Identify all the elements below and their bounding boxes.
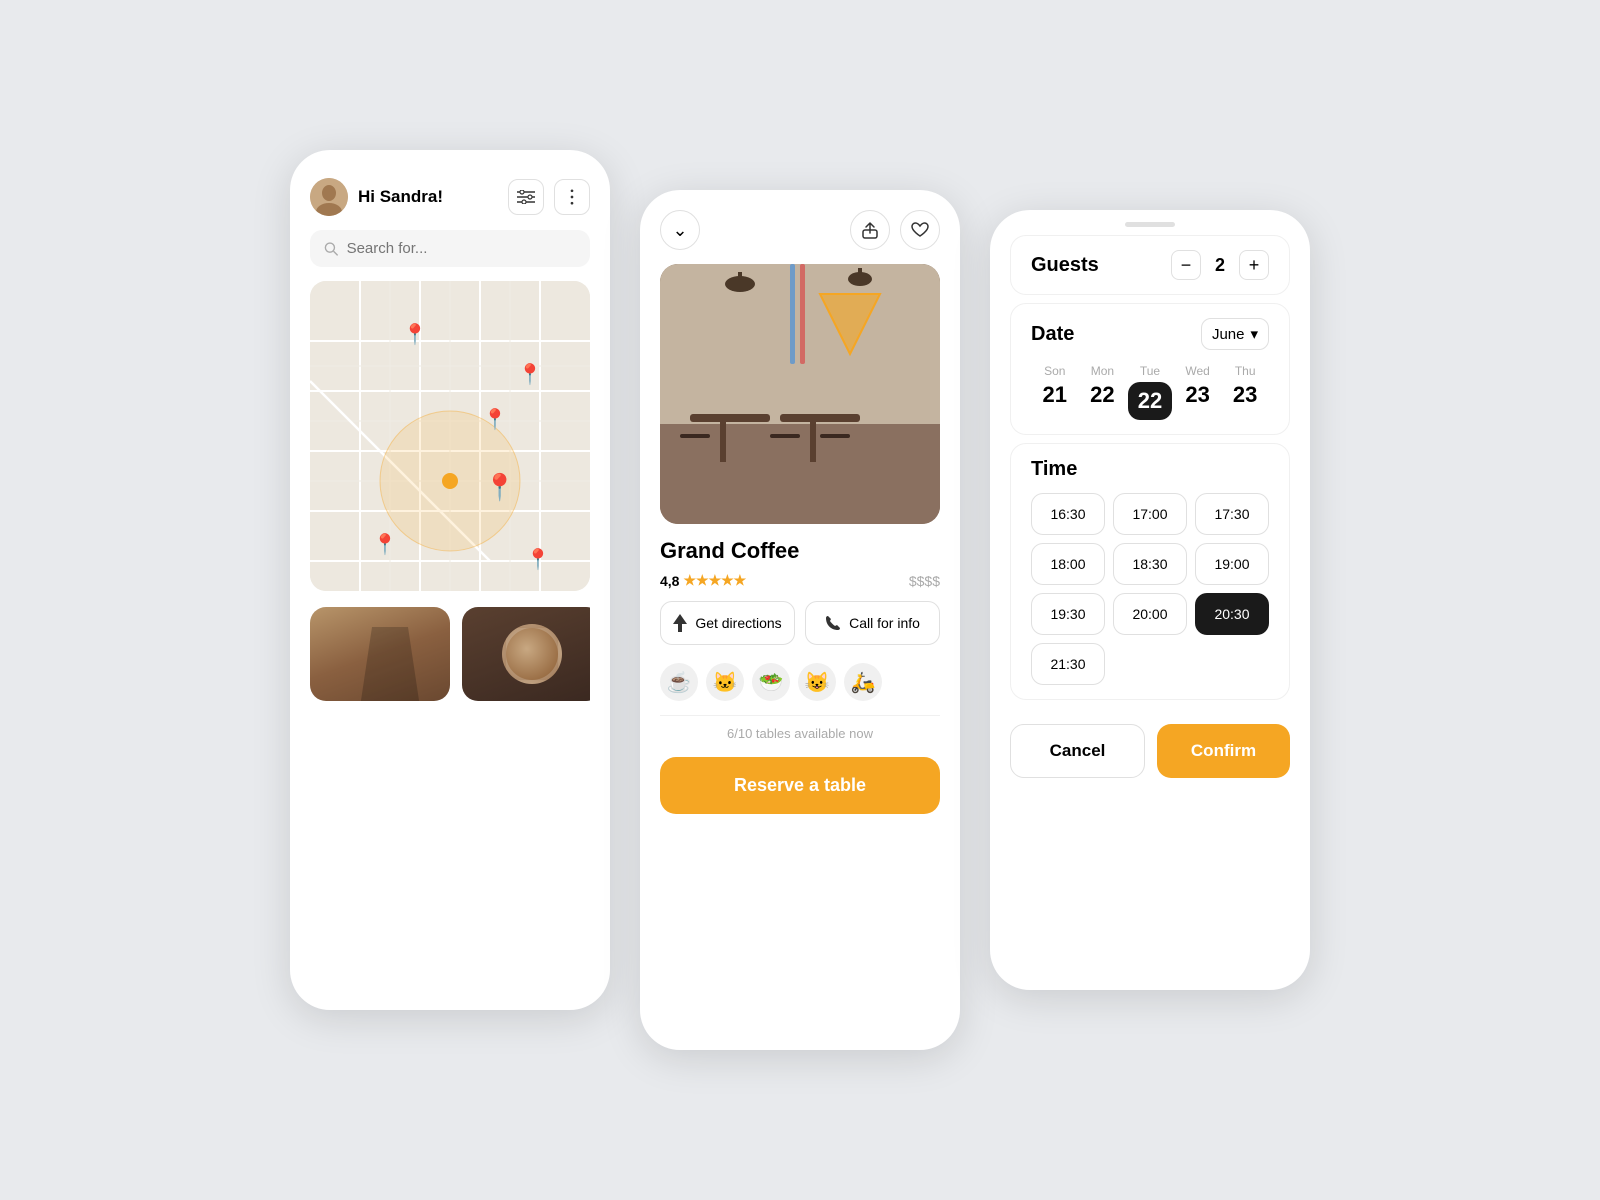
favorite-button[interactable] (900, 210, 940, 250)
s3-footer: Cancel Confirm (990, 708, 1310, 806)
phone-icon (825, 615, 841, 631)
restaurant-card-2[interactable] (462, 607, 590, 701)
chevron-down-icon: ▾ (1250, 325, 1258, 343)
share-button[interactable] (850, 210, 890, 250)
phone-screen-2: ⌄ (640, 190, 960, 1050)
date-section: Date June ▾ Son 21 Mon 22 Tue 22 (1010, 303, 1290, 435)
time-slot-2130[interactable]: 21:30 (1031, 643, 1105, 685)
avatar (310, 178, 348, 216)
guests-label: Guests (1031, 254, 1099, 277)
emoji-5: 🛵 (844, 663, 882, 701)
card-image-1 (310, 607, 450, 701)
cards-row: Grand Coffee 4,8 ★★★★★ $$$$ (310, 607, 590, 701)
time-slot-2000[interactable]: 20:00 (1113, 593, 1187, 635)
phone-notch (1125, 222, 1175, 227)
restaurant-name: Grand Coffee (640, 524, 960, 568)
more-options-button[interactable] (554, 179, 590, 215)
header-icons (508, 179, 590, 215)
get-directions-button[interactable]: Get directions (660, 601, 795, 645)
day-label-wed: Wed (1185, 364, 1209, 378)
restaurant-scene (660, 264, 940, 524)
time-slot-1630[interactable]: 16:30 (1031, 493, 1105, 535)
date-col-thu[interactable]: Thu 23 (1221, 364, 1269, 420)
day-num-thu: 23 (1233, 382, 1257, 408)
tables-info: 6/10 tables available now (640, 716, 960, 751)
time-slot-1730[interactable]: 17:30 (1195, 493, 1269, 535)
restaurant-image (660, 264, 940, 524)
time-label: Time (1031, 458, 1269, 481)
time-slot-1830[interactable]: 18:30 (1113, 543, 1187, 585)
directions-icon (673, 614, 687, 632)
search-bar[interactable] (310, 230, 590, 267)
time-slot-1700[interactable]: 17:00 (1113, 493, 1187, 535)
coffee-latte-art (502, 624, 562, 684)
time-slot-1800[interactable]: 18:00 (1031, 543, 1105, 585)
screen2-top: ⌄ (640, 190, 960, 250)
emoji-row: ☕ 🐱 🥗 😺 🛵 (640, 659, 960, 715)
restaurant-rating: 4,8 ★★★★★ (660, 572, 746, 589)
cancel-button[interactable]: Cancel (1010, 724, 1145, 778)
emoji-3: 🥗 (752, 663, 790, 701)
time-slot-1900[interactable]: 19:00 (1195, 543, 1269, 585)
call-for-info-button[interactable]: Call for info (805, 601, 940, 645)
increase-guests-button[interactable]: + (1239, 250, 1269, 280)
emoji-1: ☕ (660, 663, 698, 701)
date-row: Son 21 Mon 22 Tue 22 Wed 23 Thu 23 (1031, 364, 1269, 420)
guests-counter: − 2 + (1171, 250, 1269, 280)
day-num-wed: 23 (1185, 382, 1209, 408)
day-num-tue: 22 (1128, 382, 1172, 420)
date-col-tue[interactable]: Tue 22 (1126, 364, 1174, 420)
search-input[interactable] (347, 240, 576, 257)
emoji-4: 😺 (798, 663, 836, 701)
restaurant-price: $$$$ (909, 573, 940, 589)
time-slot-2030[interactable]: 20:30 (1195, 593, 1269, 635)
map-pin: 📍 (403, 322, 428, 346)
guests-section: Guests − 2 + (1010, 235, 1290, 295)
screen1-header: Hi Sandra! (290, 150, 610, 230)
phone-screen-3: Guests − 2 + Date June ▾ Son 21 (990, 210, 1310, 990)
map-pin: 📍 (518, 362, 543, 386)
map-pin: 📍 (526, 547, 551, 571)
map-area[interactable]: 📍 📍 📍 📍 📍 📍 (310, 281, 590, 591)
day-label-mon: Mon (1091, 364, 1114, 378)
day-label-thu: Thu (1235, 364, 1256, 378)
day-num-mon: 22 (1090, 382, 1114, 408)
date-col-mon[interactable]: Mon 22 (1079, 364, 1127, 420)
restaurant-stars: ★★★★★ (683, 572, 746, 589)
time-grid: 16:30 17:00 17:30 18:00 18:30 19:00 19:3… (1031, 493, 1269, 685)
time-section: Time 16:30 17:00 17:30 18:00 18:30 19:00… (1010, 443, 1290, 700)
day-label-sun: Son (1044, 364, 1065, 378)
emoji-2: 🐱 (706, 663, 744, 701)
bottom-cards: Grand Coffee 4,8 ★★★★★ $$$$ (290, 591, 610, 701)
month-selector[interactable]: June ▾ (1201, 318, 1269, 350)
time-slot-1930[interactable]: 19:30 (1031, 593, 1105, 635)
phone-screen-1: Hi Sandra! (290, 150, 610, 1010)
day-num-sun: 21 (1043, 382, 1067, 408)
date-col-wed[interactable]: Wed 23 (1174, 364, 1222, 420)
date-label: Date (1031, 323, 1074, 346)
selected-map-pin: 📍 (484, 472, 516, 502)
restaurant-meta: 4,8 ★★★★★ $$$$ (640, 568, 960, 601)
top-action-icons (850, 210, 940, 250)
filter-button[interactable] (508, 179, 544, 215)
search-icon (324, 241, 339, 257)
day-label-tue: Tue (1140, 364, 1160, 378)
card-image-2 (462, 607, 590, 701)
action-buttons: Get directions Call for info (640, 601, 960, 659)
reserve-table-button[interactable]: Reserve a table (660, 757, 940, 814)
guests-count: 2 (1215, 255, 1225, 276)
back-button[interactable]: ⌄ (660, 210, 700, 250)
screens-container: Hi Sandra! (290, 150, 1310, 1050)
decrease-guests-button[interactable]: − (1171, 250, 1201, 280)
date-col-sun[interactable]: Son 21 (1031, 364, 1079, 420)
date-header: Date June ▾ (1031, 318, 1269, 350)
map-pin: 📍 (373, 532, 398, 556)
confirm-button[interactable]: Confirm (1157, 724, 1290, 778)
restaurant-card-1[interactable]: Grand Coffee 4,8 ★★★★★ $$$$ (310, 607, 450, 701)
greeting-text: Hi Sandra! (358, 187, 508, 207)
guests-row: Guests − 2 + (1031, 250, 1269, 280)
map-pin: 📍 (483, 407, 508, 431)
